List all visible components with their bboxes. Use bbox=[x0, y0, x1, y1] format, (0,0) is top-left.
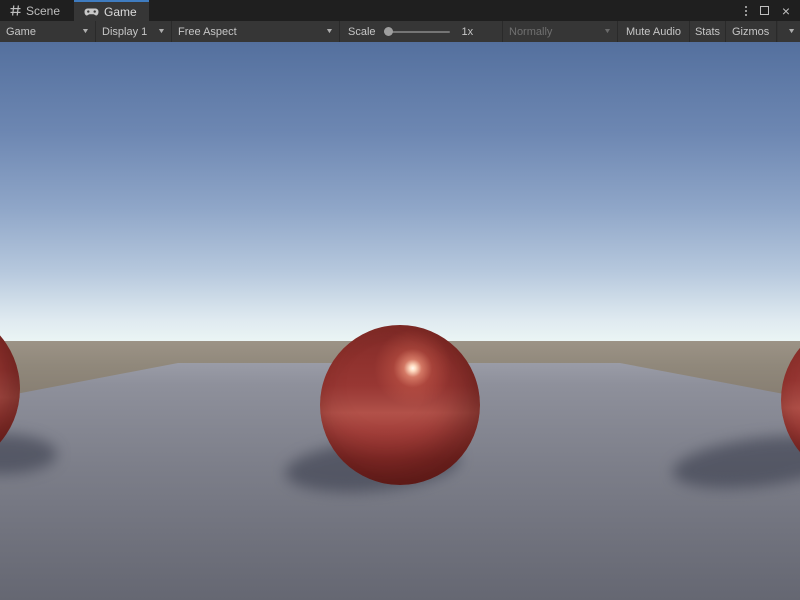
chevron-down-icon: ▼ bbox=[157, 28, 166, 35]
chevron-down-icon: ▼ bbox=[325, 28, 334, 35]
game-view-toolbar: Game ▼ Display 1 ▼ Free Aspect ▼ Scale 1… bbox=[0, 21, 800, 42]
scale-value: 1x bbox=[462, 26, 474, 38]
scale-control: Scale 1x bbox=[340, 21, 490, 42]
sky-gradient bbox=[0, 42, 800, 344]
game-view-popup[interactable]: Game ▼ bbox=[0, 21, 96, 42]
chevron-down-icon: ▼ bbox=[776, 21, 796, 42]
tab-scene[interactable]: Scene bbox=[0, 0, 72, 21]
tab-game-label: Game bbox=[104, 5, 137, 19]
scale-slider[interactable] bbox=[384, 27, 450, 37]
gizmos-label: Gizmos bbox=[732, 26, 769, 38]
toolbar-spacer bbox=[490, 21, 502, 42]
maximize-icon[interactable] bbox=[760, 6, 769, 15]
tab-bar: Scene Game × bbox=[0, 0, 800, 21]
tab-scene-label: Scene bbox=[26, 4, 60, 18]
close-icon[interactable]: × bbox=[782, 4, 790, 18]
chevron-down-icon: ▼ bbox=[603, 28, 612, 35]
tab-game[interactable]: Game bbox=[74, 0, 149, 21]
game-render-viewport[interactable] bbox=[0, 42, 800, 600]
red-sphere-center bbox=[320, 325, 480, 485]
game-view-popup-label: Game bbox=[6, 26, 36, 38]
scale-label: Scale bbox=[348, 26, 376, 38]
window-controls: × bbox=[735, 0, 800, 21]
aspect-ratio-popup-label: Free Aspect bbox=[178, 26, 237, 38]
stats-label: Stats bbox=[695, 26, 720, 38]
mute-audio-label: Mute Audio bbox=[626, 26, 681, 38]
unity-game-view-window: Scene Game × Game ▼ Display 1 bbox=[0, 0, 800, 600]
play-mode-popup[interactable]: Normally ▼ bbox=[502, 21, 618, 42]
play-mode-popup-label: Normally bbox=[509, 26, 552, 38]
scale-slider-track[interactable] bbox=[384, 31, 450, 33]
stats-button[interactable]: Stats bbox=[690, 21, 726, 42]
mute-audio-button[interactable]: Mute Audio bbox=[618, 21, 690, 42]
chevron-down-icon: ▼ bbox=[81, 28, 90, 35]
tab-bar-spacer bbox=[149, 0, 735, 21]
scale-slider-thumb[interactable] bbox=[384, 27, 393, 36]
gizmos-popup[interactable]: Gizmos ▼ bbox=[726, 21, 800, 42]
gamepad-icon bbox=[84, 7, 99, 17]
display-popup[interactable]: Display 1 ▼ bbox=[96, 21, 172, 42]
kebab-menu-icon[interactable] bbox=[745, 6, 747, 16]
grid-icon bbox=[10, 5, 21, 16]
aspect-ratio-popup[interactable]: Free Aspect ▼ bbox=[172, 21, 340, 42]
display-popup-label: Display 1 bbox=[102, 26, 147, 38]
